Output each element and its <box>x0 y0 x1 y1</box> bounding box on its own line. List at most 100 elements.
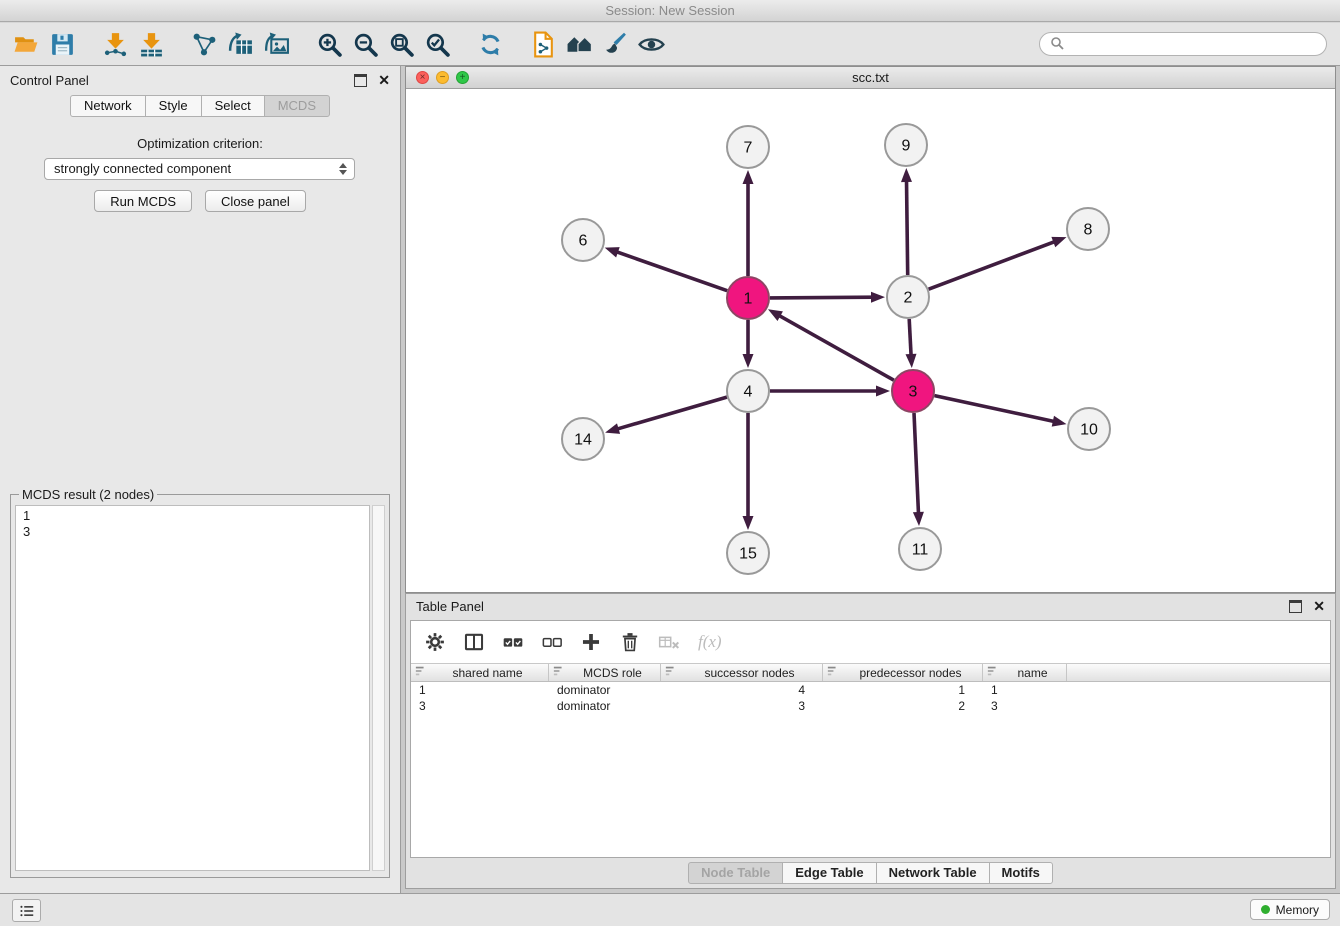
edge-4-15[interactable] <box>743 413 754 530</box>
edge-1-6[interactable] <box>605 247 728 291</box>
optimization-dropdown[interactable]: strongly connected component <box>44 158 355 180</box>
tab-mcds[interactable]: MCDS <box>264 95 330 117</box>
tab-network[interactable]: Network <box>70 95 146 117</box>
search-input[interactable] <box>1070 36 1316 52</box>
minimize-window-icon[interactable]: − <box>436 71 449 84</box>
edge-4-3[interactable] <box>770 386 890 397</box>
edge-2-3[interactable] <box>906 319 917 368</box>
node-4[interactable]: 4 <box>727 370 769 412</box>
tab-network-table[interactable]: Network Table <box>876 862 990 884</box>
node-10[interactable]: 10 <box>1068 408 1110 450</box>
run-mcds-button[interactable]: Run MCDS <box>94 190 192 212</box>
result-item[interactable]: 1 <box>23 508 369 524</box>
zoom-out-icon[interactable] <box>347 26 383 62</box>
table-row[interactable]: 3dominator323 <box>411 698 1330 714</box>
edge-1-4[interactable] <box>743 320 754 368</box>
network-canvas-svg[interactable]: 7 9 6 8 1 2 4 3 14 10 15 11 <box>406 89 1335 592</box>
memory-button[interactable]: Memory <box>1250 899 1330 920</box>
tab-style[interactable]: Style <box>145 95 202 117</box>
result-scrollbar[interactable] <box>372 505 385 871</box>
edge-3-11[interactable] <box>913 413 924 526</box>
edge-2-8[interactable] <box>929 237 1067 289</box>
cell-successor-nodes[interactable]: 4 <box>661 682 823 698</box>
close-panel-button[interactable]: Close panel <box>205 190 306 212</box>
node-8[interactable]: 8 <box>1067 208 1109 250</box>
maximize-window-icon[interactable]: + <box>456 71 469 84</box>
zoom-selected-icon[interactable] <box>419 26 455 62</box>
search-box[interactable] <box>1039 32 1327 56</box>
save-session-icon[interactable] <box>44 26 80 62</box>
node-11[interactable]: 11 <box>899 528 941 570</box>
create-column-icon[interactable] <box>579 630 603 654</box>
mcds-result-list[interactable]: 13 <box>15 505 370 871</box>
column-header-predecessor-nodes[interactable]: predecessor nodes <box>823 664 983 681</box>
node-table-rows: 1dominator4113dominator323 <box>411 682 1330 714</box>
mcds-result-group: MCDS result (2 nodes) 13 <box>10 494 390 878</box>
export-table-icon[interactable] <box>222 26 258 62</box>
select-all-columns-icon[interactable] <box>501 630 525 654</box>
cell-predecessor-nodes[interactable]: 1 <box>823 682 983 698</box>
refresh-view-icon[interactable] <box>472 26 508 62</box>
cell-shared-name[interactable]: 1 <box>411 682 549 698</box>
new-network-icon[interactable] <box>186 26 222 62</box>
cell-successor-nodes[interactable]: 3 <box>661 698 823 714</box>
node-14[interactable]: 14 <box>562 418 604 460</box>
edge-3-1[interactable] <box>768 309 894 380</box>
float-table-panel-icon[interactable] <box>1289 600 1302 613</box>
zoom-fit-icon[interactable] <box>383 26 419 62</box>
node-2[interactable]: 2 <box>887 276 929 318</box>
tab-motifs[interactable]: Motifs <box>989 862 1053 884</box>
cell-shared-name[interactable]: 3 <box>411 698 549 714</box>
home-layout-icon[interactable] <box>561 26 597 62</box>
show-graphics-icon[interactable] <box>633 26 669 62</box>
network-file-icon[interactable] <box>525 26 561 62</box>
column-header-shared-name[interactable]: shared name <box>411 664 549 681</box>
cell-MCDS-role[interactable]: dominator <box>549 682 661 698</box>
node-9[interactable]: 9 <box>885 124 927 166</box>
edge-2-9[interactable] <box>901 168 912 275</box>
node-6[interactable]: 6 <box>562 219 604 261</box>
delete-columns-icon[interactable] <box>618 630 642 654</box>
tab-node-table[interactable]: Node Table <box>688 862 783 884</box>
column-header-successor-nodes[interactable]: successor nodes <box>661 664 823 681</box>
unselect-all-columns-icon[interactable] <box>540 630 564 654</box>
node-7[interactable]: 7 <box>727 126 769 168</box>
node-1[interactable]: 1 <box>727 277 769 319</box>
close-panel-icon[interactable]: ✕ <box>378 73 390 87</box>
table-settings-icon[interactable] <box>423 630 447 654</box>
node-3[interactable]: 3 <box>892 370 934 412</box>
edge-1-2[interactable] <box>770 292 885 303</box>
function-builder-icon: f(x) <box>696 630 724 654</box>
edge-4-14[interactable] <box>605 397 727 434</box>
node-table-header-row: shared nameMCDS rolesuccessor nodesprede… <box>411 663 1330 682</box>
paint-style-icon[interactable] <box>597 26 633 62</box>
cell-MCDS-role[interactable]: dominator <box>549 698 661 714</box>
show-columns-icon[interactable] <box>462 630 486 654</box>
result-item[interactable]: 3 <box>23 524 369 540</box>
edge-1-7[interactable] <box>743 170 754 276</box>
menu-list-icon[interactable] <box>12 899 41 922</box>
tab-select[interactable]: Select <box>201 95 265 117</box>
float-panel-icon[interactable] <box>354 74 367 87</box>
import-network-file-icon[interactable] <box>97 26 133 62</box>
svg-text:3: 3 <box>909 384 918 401</box>
column-header-name[interactable]: name <box>983 664 1067 681</box>
column-header-MCDS-role[interactable]: MCDS role <box>549 664 661 681</box>
app-window: Session: New Session Control Panel ✕ Net… <box>0 0 1340 926</box>
zoom-in-icon[interactable] <box>311 26 347 62</box>
cell-name[interactable]: 1 <box>983 682 1067 698</box>
network-canvas[interactable]: 7 9 6 8 1 2 4 3 14 10 15 11 <box>406 89 1335 592</box>
open-session-icon[interactable] <box>8 26 44 62</box>
cell-predecessor-nodes[interactable]: 2 <box>823 698 983 714</box>
delete-table-icon <box>657 630 681 654</box>
tab-edge-table[interactable]: Edge Table <box>782 862 876 884</box>
cell-name[interactable]: 3 <box>983 698 1067 714</box>
node-15[interactable]: 15 <box>727 532 769 574</box>
close-table-panel-icon[interactable]: ✕ <box>1313 599 1325 613</box>
table-row[interactable]: 1dominator411 <box>411 682 1330 698</box>
import-table-file-icon[interactable] <box>133 26 169 62</box>
export-image-icon[interactable] <box>258 26 294 62</box>
svg-text:15: 15 <box>739 546 757 563</box>
edge-3-10[interactable] <box>935 396 1067 427</box>
close-window-icon[interactable]: × <box>416 71 429 84</box>
